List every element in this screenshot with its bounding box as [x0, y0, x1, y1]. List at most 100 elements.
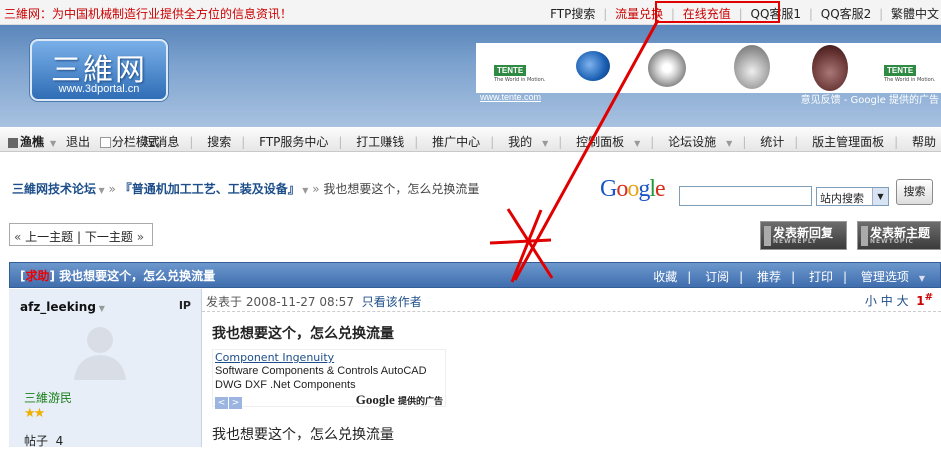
logo-url: www.3dportal.cn: [58, 83, 140, 95]
favorite-link[interactable]: 收藏: [648, 270, 682, 284]
thread-title: [求助] 我也想要这个，怎么兑换流量: [20, 269, 216, 283]
new-reply-sub: NEWREPLY: [773, 238, 818, 245]
floor-number[interactable]: 1: [916, 294, 924, 308]
post-author[interactable]: afz_leeking ▼: [20, 300, 105, 314]
double-left-arrow-icon: «: [14, 230, 22, 244]
top-bar: 三維网：为中国机械制造行业提供全方位的信息资讯！ FTP搜索 | 流量兑换 | …: [0, 0, 941, 25]
nav-help[interactable]: 帮助: [907, 135, 941, 149]
chevron-down-icon[interactable]: ▼: [721, 139, 737, 148]
logout-link[interactable]: 退出: [66, 135, 90, 149]
nav-earn-money[interactable]: 打工赚钱: [351, 135, 409, 149]
wheel-image-2: [648, 49, 686, 87]
topic-icon: [861, 226, 868, 246]
floor-mark: #: [924, 292, 933, 303]
nav-moderator-panel[interactable]: 版主管理面板: [807, 135, 889, 149]
font-large[interactable]: 大: [897, 294, 909, 308]
thread-header: [求助] 我也想要这个，怎么兑换流量 收藏 | 订阅 | 推荐 | 打印 | 管理选项 ▼: [9, 262, 941, 288]
chevron-down-icon[interactable]: ▼: [872, 188, 888, 205]
search-scope-value: 站内搜索: [820, 192, 864, 205]
user-menu[interactable]: 渔樵: [20, 135, 44, 149]
nav-promotion[interactable]: 推广中心: [427, 135, 485, 149]
thread-tag: 求助: [25, 269, 50, 283]
nav-search[interactable]: 搜索: [202, 135, 236, 149]
reply-icon: [764, 226, 771, 246]
welcome-text: 三維网：为中国机械制造行业提供全方位的信息资讯！: [4, 7, 293, 21]
post-date: 发表于 2008-11-27 08:57: [206, 295, 354, 309]
double-right-arrow-icon: »: [136, 230, 145, 244]
user-icon: [8, 137, 18, 148]
banner-slogan-left: The World in Motion.: [494, 77, 546, 83]
chevron-down-icon[interactable]: ▼: [96, 186, 105, 195]
print-link[interactable]: 打印: [804, 270, 838, 284]
avatar[interactable]: [69, 322, 131, 380]
google-ad-box[interactable]: Component Ingenuity Software Components …: [212, 349, 446, 409]
nav-ftp-center[interactable]: FTP服务中心: [254, 135, 333, 149]
post-author-panel: afz_leeking ▼ IP 三維游民 ★★ 帖子 4: [9, 289, 202, 448]
wheel-image-3: [734, 45, 770, 89]
arrow-left-icon[interactable]: <: [215, 397, 228, 409]
thread-actions: 收藏 | 订阅 | 推荐 | 打印 | 管理选项 ▼: [648, 268, 930, 285]
breadcrumb: 三維网技术论坛 ▼ » 『普通机加工工艺、工装及设备』 ▼ » 我也想要这个，怎…: [12, 182, 480, 196]
search-scope-select[interactable]: 站内搜索 ▼: [816, 187, 889, 206]
chevron-down-icon[interactable]: ▼: [537, 139, 553, 148]
chevron-down-icon[interactable]: ▼: [50, 139, 56, 148]
site-header: 三維网 www.3dportal.cn TENTE The World in M…: [0, 25, 941, 127]
new-topic-sub: NEWTOPIC: [870, 238, 914, 245]
chevron-down-icon[interactable]: ▼: [300, 186, 308, 195]
search-button[interactable]: 搜索: [896, 179, 933, 205]
highlight-box: [655, 1, 780, 23]
new-topic-button[interactable]: 发表新主题 NEWTOPIC: [857, 221, 941, 250]
main-nav: 渔樵 ▼ 退出 分栏模式 短消息 | 搜索 | FTP服务中心 | 打工赚钱 | 推广中心…: [0, 127, 941, 152]
ad-headline[interactable]: Component Ingenuity: [215, 351, 334, 364]
thread-title-text: 我也想要这个，怎么兑换流量: [59, 269, 216, 283]
banner-brand-right: TENTE: [884, 65, 917, 76]
breadcrumb-forum[interactable]: 三維网技术论坛: [12, 182, 96, 196]
arrow-right-icon[interactable]: >: [229, 397, 242, 409]
chevron-down-icon[interactable]: ▼: [914, 274, 930, 283]
post-meta: 发表于 2008-11-27 08:57 只看该作者: [206, 293, 422, 310]
font-small[interactable]: 小: [865, 294, 877, 308]
post-content: 发表于 2008-11-27 08:57 只看该作者 小 中 大 1# 我也想要…: [202, 289, 941, 447]
thread-pager: « 上一主题 | 下一主题 »: [9, 223, 153, 246]
ad-text-1: Software Components & Controls AutoCAD: [215, 365, 427, 377]
qq-service-2-link[interactable]: QQ客服2: [819, 7, 874, 21]
author-only-link[interactable]: 只看该作者: [362, 295, 422, 309]
banner-slogan-right: The World in Motion.: [884, 77, 936, 83]
ad-text-2: DWG DXF .Net Components: [215, 379, 356, 391]
ip-label[interactable]: IP: [179, 299, 191, 312]
ftp-search-link[interactable]: FTP搜索: [548, 7, 597, 21]
nav-control-panel[interactable]: 控制面板: [571, 135, 629, 149]
font-medium[interactable]: 中: [881, 294, 893, 308]
post-title: 我也想要这个，怎么兑换流量: [212, 326, 394, 342]
post-count: 帖子 4: [24, 434, 64, 448]
ad-nav: < >: [215, 394, 243, 409]
banner-link[interactable]: www.tente.com: [480, 92, 541, 102]
checkbox-icon[interactable]: [99, 137, 111, 148]
recommend-link[interactable]: 推荐: [752, 270, 786, 284]
nav-mine[interactable]: 我的: [503, 135, 537, 149]
author-rank: 三維游民: [24, 391, 73, 405]
post-body: 我也想要这个，怎么兑换流量: [212, 427, 394, 443]
wheel-image-1: [576, 51, 610, 81]
site-logo[interactable]: 三維网 www.3dportal.cn: [30, 39, 168, 101]
next-thread-link[interactable]: 下一主题: [85, 230, 133, 244]
chevron-down-icon[interactable]: ▼: [629, 139, 645, 148]
subscribe-link[interactable]: 订阅: [700, 270, 734, 284]
breadcrumb-board[interactable]: 『普通机加工工艺、工装及设备』: [120, 182, 300, 196]
star-icon: ★★: [24, 406, 45, 421]
search-input[interactable]: [679, 186, 812, 206]
nav-stats[interactable]: 统计: [755, 135, 789, 149]
google-ad-mark: Google 提供的广告: [355, 392, 443, 407]
ad-banner[interactable]: TENTE The World in Motion. TENTE The Wor…: [476, 43, 941, 93]
traditional-chinese-link[interactable]: 繁體中文: [889, 7, 941, 21]
ad-feedback-text[interactable]: 意见反馈 - Google 提供的广告: [801, 91, 939, 106]
new-reply-button[interactable]: 发表新回复 NEWREPLY: [760, 221, 847, 250]
banner-brand-left: TENTE: [494, 65, 527, 76]
manage-options-link[interactable]: 管理选项: [856, 270, 914, 284]
font-size-controls: 小 中 大 1#: [865, 292, 933, 309]
nav-forum-facilities[interactable]: 论坛设施: [663, 135, 721, 149]
prev-thread-link[interactable]: 上一主题: [25, 230, 73, 244]
breadcrumb-current: 我也想要这个，怎么兑换流量: [323, 182, 480, 196]
google-logo: Google: [600, 176, 666, 202]
nav-messages[interactable]: 短消息: [138, 135, 184, 149]
